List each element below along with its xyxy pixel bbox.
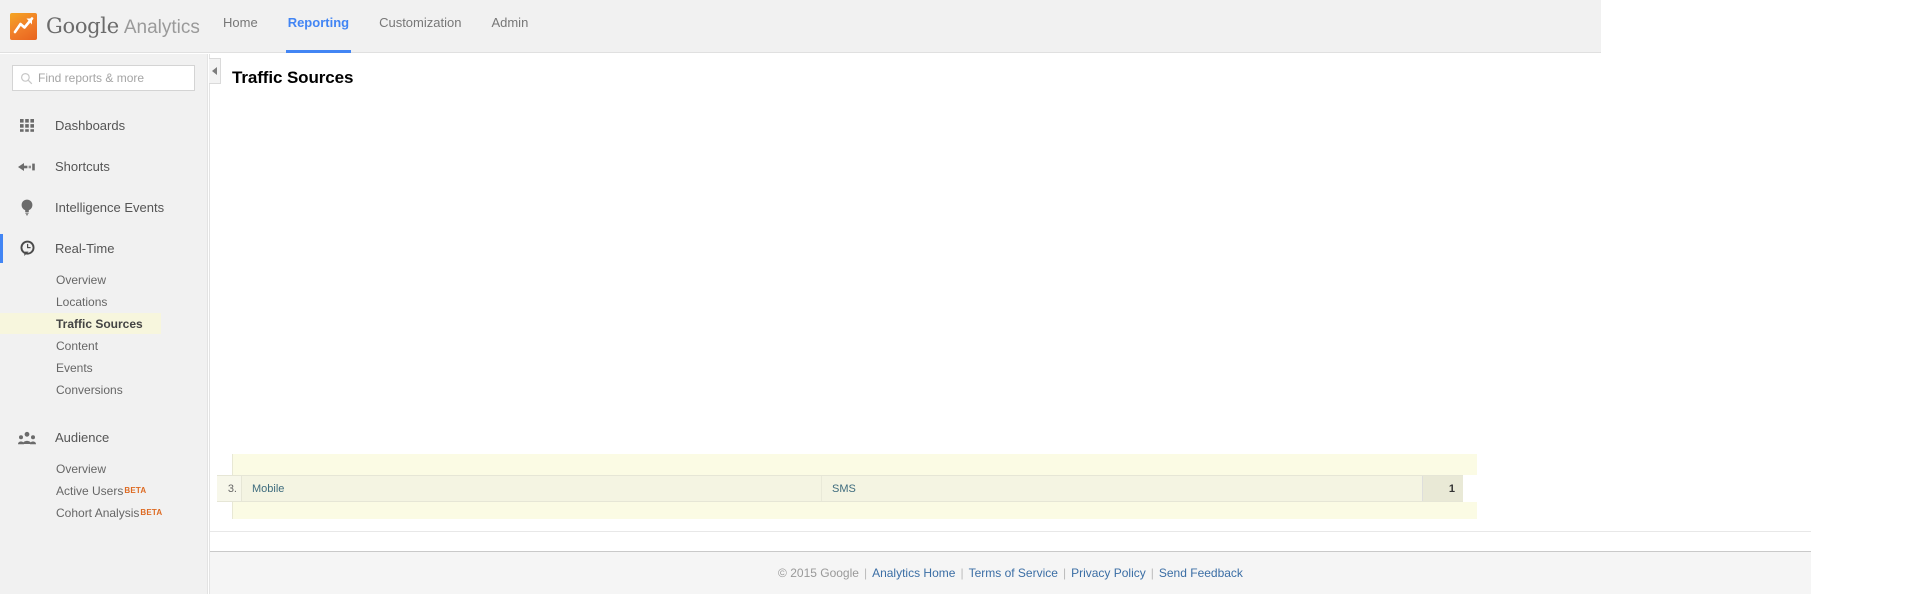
sidebar-group-real-time: Real-Time Overview Locations Traffic Sou… [0, 228, 207, 400]
traffic-sources-table: 3. Mobile SMS 1 [210, 454, 1811, 519]
table-row[interactable]: 3. Mobile SMS 1 [217, 475, 1463, 502]
sidebar-group-dashboards: Dashboards [0, 105, 207, 146]
table-top-strip [232, 454, 1477, 475]
row-active-users-value: 1 [1422, 476, 1463, 501]
footer-copyright: © 2015 Google [778, 566, 859, 580]
sidebar-label-shortcuts: Shortcuts [55, 159, 110, 174]
sidebar-item-real-time[interactable]: Real-Time [0, 228, 207, 269]
footer-link-terms-of-service[interactable]: Terms of Service [969, 566, 1058, 580]
search-input[interactable] [38, 71, 187, 85]
sidebar-item-intelligence-events[interactable]: Intelligence Events [0, 187, 207, 228]
row-dimension-source[interactable]: SMS [822, 476, 1422, 501]
footer-separator: | [1150, 566, 1154, 580]
sidebar-subitem-rt-conversions[interactable]: Conversions [0, 379, 207, 400]
sidebar-subitem-rt-overview[interactable]: Overview [0, 269, 207, 290]
lightbulb-icon [17, 199, 37, 216]
nav-tab-admin[interactable]: Admin [476, 15, 543, 53]
sidebar-subitem-aud-active-users-label: Active Users [56, 483, 124, 498]
google-analytics-app: Google Analytics Home Reporting Customiza… [0, 0, 1924, 594]
sidebar-label-real-time: Real-Time [55, 241, 115, 256]
google-analytics-logo-icon [10, 13, 37, 40]
audience-people-icon [17, 431, 37, 445]
row-dimension-medium[interactable]: Mobile [242, 476, 822, 501]
sidebar-label-dashboards: Dashboards [55, 118, 126, 133]
sidebar-subitem-aud-cohort-analysis-label: Cohort Analysis [56, 505, 140, 520]
left-sidebar: Dashboards Shortcuts [0, 54, 208, 594]
sidebar-subitem-aud-active-users[interactable]: Active Users BETA [0, 480, 207, 501]
main-content: Traffic Sources 3. Mobile SMS 1 © 2015 G… [209, 54, 1811, 594]
sidebar-search [0, 54, 207, 91]
page-footer: © 2015 Google | Analytics Home | Terms o… [210, 552, 1811, 594]
nav-tab-reporting[interactable]: Reporting [273, 15, 364, 53]
sidebar-group-shortcuts: Shortcuts [0, 146, 207, 187]
sidebar-label-audience: Audience [55, 430, 110, 445]
sidebar-item-audience[interactable]: Audience [0, 417, 207, 458]
sidebar-subitem-rt-locations[interactable]: Locations [0, 291, 207, 312]
sidebar-subitem-aud-overview[interactable]: Overview [0, 458, 207, 479]
sidebar-subitem-rt-traffic-sources[interactable]: Traffic Sources [0, 313, 161, 334]
sidebar-collapse-button[interactable] [209, 58, 221, 84]
sidebar-subitem-rt-events[interactable]: Events [0, 357, 207, 378]
table-bottom-strip [232, 502, 1477, 519]
brand-analytics-word: Analytics [123, 17, 200, 38]
dashboards-grid-icon [17, 118, 37, 133]
shortcuts-arrow-icon [17, 161, 37, 173]
brand-logo[interactable]: Google Analytics [0, 0, 208, 53]
nav-tab-customization[interactable]: Customization [364, 15, 476, 53]
footer-separator: | [960, 566, 964, 580]
footer-separator: | [1062, 566, 1067, 580]
search-box[interactable] [12, 65, 195, 91]
footer-link-analytics-home[interactable]: Analytics Home [872, 566, 955, 580]
footer-divider-top [210, 531, 1811, 532]
footer-link-privacy-policy[interactable]: Privacy Policy [1071, 566, 1146, 580]
realtime-clock-icon [17, 240, 37, 257]
row-index: 3. [217, 476, 242, 501]
sidebar-nav-list: Dashboards Shortcuts Intelligence Events… [0, 105, 207, 523]
page-title: Traffic Sources [232, 68, 354, 87]
beta-badge: BETA [140, 508, 163, 517]
footer-separator: | [863, 566, 868, 580]
brand-text: Google Analytics [46, 14, 200, 39]
sidebar-subitem-aud-cohort-analysis[interactable]: Cohort Analysis BETA [0, 502, 207, 523]
sidebar-group-audience: Audience Overview Active Users BETA Cohor… [0, 417, 207, 523]
main-navigation: Home Reporting Customization Admin [208, 0, 543, 53]
brand-google-word: Google [46, 14, 119, 38]
nav-tab-home[interactable]: Home [208, 15, 273, 53]
beta-badge: BETA [124, 486, 147, 495]
sidebar-label-intelligence-events: Intelligence Events [55, 200, 165, 215]
sidebar-group-intelligence-events: Intelligence Events [0, 187, 207, 228]
search-icon [21, 72, 33, 84]
collapse-left-arrow-icon [212, 67, 217, 75]
footer-link-send-feedback[interactable]: Send Feedback [1159, 566, 1243, 580]
sidebar-item-shortcuts[interactable]: Shortcuts [0, 146, 207, 187]
top-bar: Google Analytics Home Reporting Customiza… [0, 0, 1601, 53]
sidebar-item-dashboards[interactable]: Dashboards [0, 105, 207, 146]
sidebar-subitem-rt-content[interactable]: Content [0, 335, 207, 356]
